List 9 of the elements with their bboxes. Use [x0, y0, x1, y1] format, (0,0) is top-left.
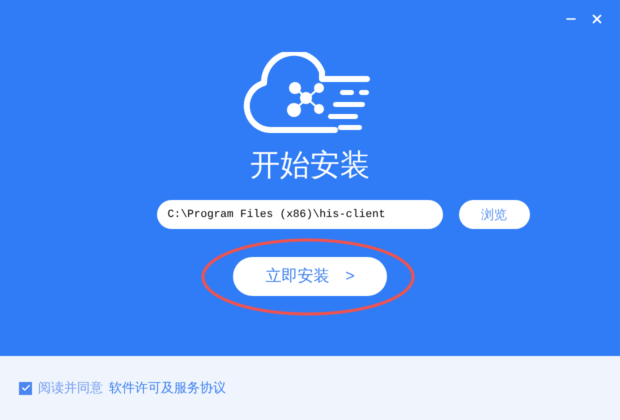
agreement-text: 阅读并同意	[38, 379, 103, 398]
close-icon	[590, 12, 604, 26]
install-button[interactable]: 立即安装 >	[233, 257, 387, 296]
agreement-checkbox[interactable]	[19, 382, 32, 394]
install-path-field[interactable]: C:\Program Files (x86)\his-client	[156, 200, 442, 229]
license-link[interactable]: 软件许可及服务协议	[109, 378, 226, 398]
browse-button[interactable]: 浏览	[458, 200, 530, 229]
install-title: 开始安装	[250, 148, 370, 184]
check-icon	[20, 383, 30, 393]
